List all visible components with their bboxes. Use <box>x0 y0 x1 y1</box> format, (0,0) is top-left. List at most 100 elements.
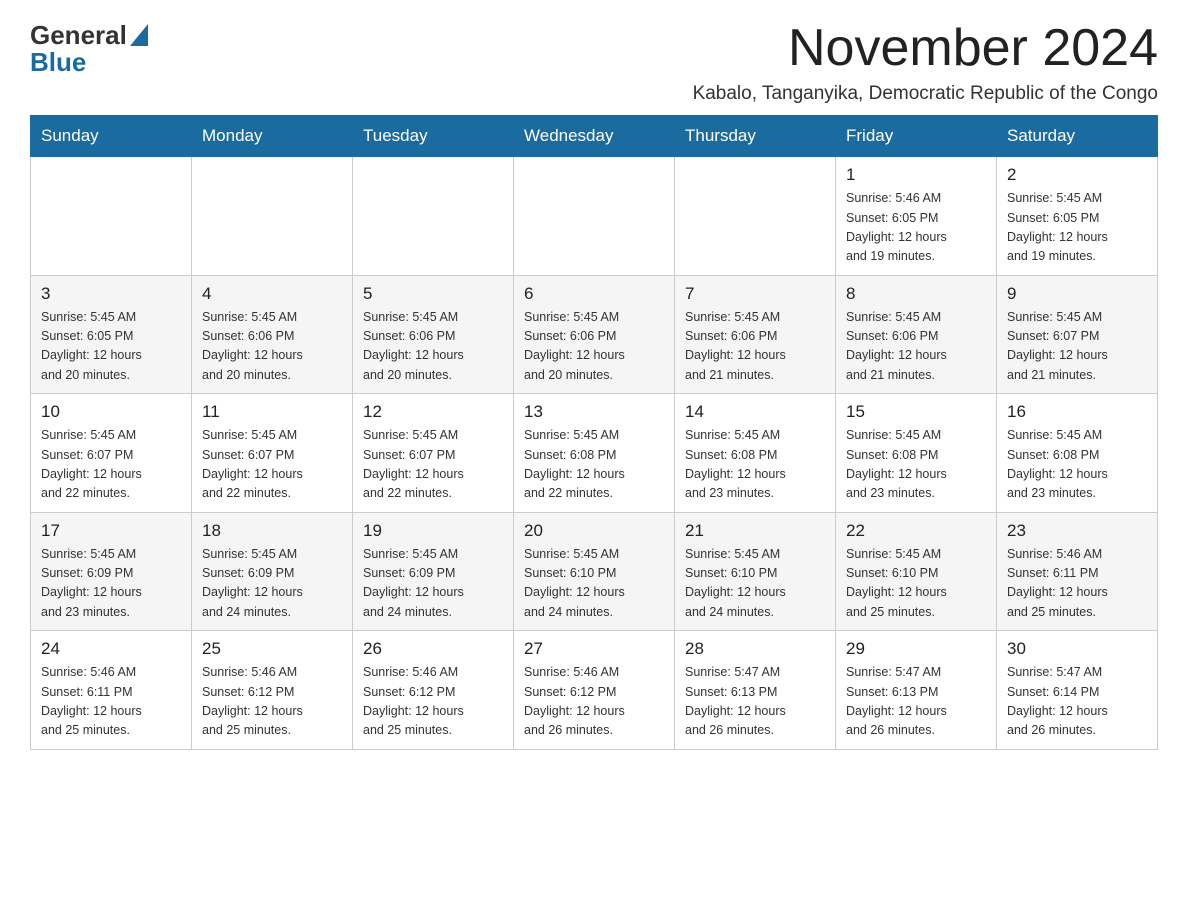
calendar-cell: 3 Sunrise: 5:45 AM Sunset: 6:05 PM Daylig… <box>31 275 192 394</box>
day-number: 19 <box>363 521 503 541</box>
day-number: 22 <box>846 521 986 541</box>
day-info: Sunrise: 5:47 AM Sunset: 6:13 PM Dayligh… <box>846 663 986 741</box>
day-info: Sunrise: 5:45 AM Sunset: 6:06 PM Dayligh… <box>202 308 342 386</box>
day-info: Sunrise: 5:45 AM Sunset: 6:06 PM Dayligh… <box>685 308 825 386</box>
weekday-header-friday: Friday <box>836 116 997 157</box>
calendar-table: SundayMondayTuesdayWednesdayThursdayFrid… <box>30 115 1158 750</box>
day-info: Sunrise: 5:47 AM Sunset: 6:14 PM Dayligh… <box>1007 663 1147 741</box>
calendar-cell: 30 Sunrise: 5:47 AM Sunset: 6:14 PM Dayli… <box>997 631 1158 750</box>
logo-triangle-icon <box>130 24 148 51</box>
location-subtitle: Kabalo, Tanganyika, Democratic Republic … <box>693 83 1158 105</box>
day-number: 24 <box>41 639 181 659</box>
weekday-header-monday: Monday <box>192 116 353 157</box>
day-number: 10 <box>41 402 181 422</box>
day-info: Sunrise: 5:46 AM Sunset: 6:11 PM Dayligh… <box>41 663 181 741</box>
day-info: Sunrise: 5:46 AM Sunset: 6:05 PM Dayligh… <box>846 189 986 267</box>
day-number: 1 <box>846 165 986 185</box>
day-info: Sunrise: 5:46 AM Sunset: 6:12 PM Dayligh… <box>524 663 664 741</box>
calendar-cell: 25 Sunrise: 5:46 AM Sunset: 6:12 PM Dayli… <box>192 631 353 750</box>
day-number: 7 <box>685 284 825 304</box>
calendar-week-3: 10 Sunrise: 5:45 AM Sunset: 6:07 PM Dayli… <box>31 394 1158 513</box>
day-number: 15 <box>846 402 986 422</box>
calendar-cell: 21 Sunrise: 5:45 AM Sunset: 6:10 PM Dayli… <box>675 512 836 631</box>
calendar-cell: 11 Sunrise: 5:45 AM Sunset: 6:07 PM Dayli… <box>192 394 353 513</box>
day-info: Sunrise: 5:45 AM Sunset: 6:07 PM Dayligh… <box>202 426 342 504</box>
day-info: Sunrise: 5:45 AM Sunset: 6:08 PM Dayligh… <box>846 426 986 504</box>
day-number: 5 <box>363 284 503 304</box>
day-info: Sunrise: 5:45 AM Sunset: 6:10 PM Dayligh… <box>685 545 825 623</box>
day-info: Sunrise: 5:45 AM Sunset: 6:10 PM Dayligh… <box>524 545 664 623</box>
calendar-cell <box>514 157 675 276</box>
calendar-cell: 22 Sunrise: 5:45 AM Sunset: 6:10 PM Dayli… <box>836 512 997 631</box>
weekday-header-thursday: Thursday <box>675 116 836 157</box>
day-number: 12 <box>363 402 503 422</box>
calendar-cell <box>675 157 836 276</box>
day-info: Sunrise: 5:45 AM Sunset: 6:09 PM Dayligh… <box>363 545 503 623</box>
day-info: Sunrise: 5:47 AM Sunset: 6:13 PM Dayligh… <box>685 663 825 741</box>
calendar-week-4: 17Sunrise: 5:45 AM Sunset: 6:09 PM Dayli… <box>31 512 1158 631</box>
day-number: 18 <box>202 521 342 541</box>
calendar-cell: 15 Sunrise: 5:45 AM Sunset: 6:08 PM Dayli… <box>836 394 997 513</box>
title-block: November 2024 Kabalo, Tanganyika, Democr… <box>693 20 1158 105</box>
calendar-cell: 29 Sunrise: 5:47 AM Sunset: 6:13 PM Dayli… <box>836 631 997 750</box>
calendar-cell: 7 Sunrise: 5:45 AM Sunset: 6:06 PM Daylig… <box>675 275 836 394</box>
day-number: 25 <box>202 639 342 659</box>
weekday-header-sunday: Sunday <box>31 116 192 157</box>
day-number: 21 <box>685 521 825 541</box>
day-info: Sunrise: 5:45 AM Sunset: 6:07 PM Dayligh… <box>1007 308 1147 386</box>
calendar-cell: 1 Sunrise: 5:46 AM Sunset: 6:05 PM Daylig… <box>836 157 997 276</box>
calendar-cell: 9 Sunrise: 5:45 AM Sunset: 6:07 PM Daylig… <box>997 275 1158 394</box>
day-info: Sunrise: 5:45 AM Sunset: 6:05 PM Dayligh… <box>1007 189 1147 267</box>
calendar-cell: 12 Sunrise: 5:45 AM Sunset: 6:07 PM Dayli… <box>353 394 514 513</box>
day-number: 4 <box>202 284 342 304</box>
day-info: Sunrise: 5:45 AM Sunset: 6:06 PM Dayligh… <box>524 308 664 386</box>
calendar-cell: 16 Sunrise: 5:45 AM Sunset: 6:08 PM Dayli… <box>997 394 1158 513</box>
day-number: 13 <box>524 402 664 422</box>
calendar-cell <box>31 157 192 276</box>
calendar-cell <box>353 157 514 276</box>
weekday-header-saturday: Saturday <box>997 116 1158 157</box>
day-info: Sunrise: 5:45 AM Sunset: 6:07 PM Dayligh… <box>41 426 181 504</box>
day-number: 30 <box>1007 639 1147 659</box>
calendar-cell: 20Sunrise: 5:45 AM Sunset: 6:10 PM Dayli… <box>514 512 675 631</box>
day-info: Sunrise: 5:45 AM Sunset: 6:06 PM Dayligh… <box>363 308 503 386</box>
day-number: 28 <box>685 639 825 659</box>
day-info: Sunrise: 5:45 AM Sunset: 6:08 PM Dayligh… <box>1007 426 1147 504</box>
day-info: Sunrise: 5:46 AM Sunset: 6:12 PM Dayligh… <box>202 663 342 741</box>
calendar-cell: 4 Sunrise: 5:45 AM Sunset: 6:06 PM Daylig… <box>192 275 353 394</box>
day-number: 29 <box>846 639 986 659</box>
calendar-cell: 24 Sunrise: 5:46 AM Sunset: 6:11 PM Dayli… <box>31 631 192 750</box>
day-number: 11 <box>202 402 342 422</box>
day-info: Sunrise: 5:45 AM Sunset: 6:07 PM Dayligh… <box>363 426 503 504</box>
day-number: 27 <box>524 639 664 659</box>
calendar-cell: 14 Sunrise: 5:45 AM Sunset: 6:08 PM Dayli… <box>675 394 836 513</box>
month-year-title: November 2024 <box>693 20 1158 77</box>
calendar-cell: 6 Sunrise: 5:45 AM Sunset: 6:06 PM Daylig… <box>514 275 675 394</box>
calendar-cell: 10 Sunrise: 5:45 AM Sunset: 6:07 PM Dayli… <box>31 394 192 513</box>
day-number: 8 <box>846 284 986 304</box>
calendar-cell: 2Sunrise: 5:45 AM Sunset: 6:05 PM Daylig… <box>997 157 1158 276</box>
calendar-cell: 26Sunrise: 5:46 AM Sunset: 6:12 PM Dayli… <box>353 631 514 750</box>
page-header: General Blue November 2024 Kabalo, Tanga… <box>30 20 1158 105</box>
day-number: 14 <box>685 402 825 422</box>
weekday-header-tuesday: Tuesday <box>353 116 514 157</box>
calendar-cell: 8 Sunrise: 5:45 AM Sunset: 6:06 PM Daylig… <box>836 275 997 394</box>
calendar-cell: 13Sunrise: 5:45 AM Sunset: 6:08 PM Dayli… <box>514 394 675 513</box>
day-info: Sunrise: 5:45 AM Sunset: 6:05 PM Dayligh… <box>41 308 181 386</box>
day-info: Sunrise: 5:45 AM Sunset: 6:09 PM Dayligh… <box>41 545 181 623</box>
day-info: Sunrise: 5:45 AM Sunset: 6:10 PM Dayligh… <box>846 545 986 623</box>
logo: General Blue <box>30 20 148 78</box>
calendar-cell: 28 Sunrise: 5:47 AM Sunset: 6:13 PM Dayli… <box>675 631 836 750</box>
day-number: 16 <box>1007 402 1147 422</box>
day-number: 3 <box>41 284 181 304</box>
day-number: 23 <box>1007 521 1147 541</box>
day-number: 6 <box>524 284 664 304</box>
day-number: 9 <box>1007 284 1147 304</box>
day-info: Sunrise: 5:45 AM Sunset: 6:08 PM Dayligh… <box>685 426 825 504</box>
calendar-cell: 23Sunrise: 5:46 AM Sunset: 6:11 PM Dayli… <box>997 512 1158 631</box>
calendar-cell: 19 Sunrise: 5:45 AM Sunset: 6:09 PM Dayli… <box>353 512 514 631</box>
day-info: Sunrise: 5:45 AM Sunset: 6:09 PM Dayligh… <box>202 545 342 623</box>
calendar-cell: 27 Sunrise: 5:46 AM Sunset: 6:12 PM Dayli… <box>514 631 675 750</box>
day-info: Sunrise: 5:45 AM Sunset: 6:06 PM Dayligh… <box>846 308 986 386</box>
calendar-cell <box>192 157 353 276</box>
